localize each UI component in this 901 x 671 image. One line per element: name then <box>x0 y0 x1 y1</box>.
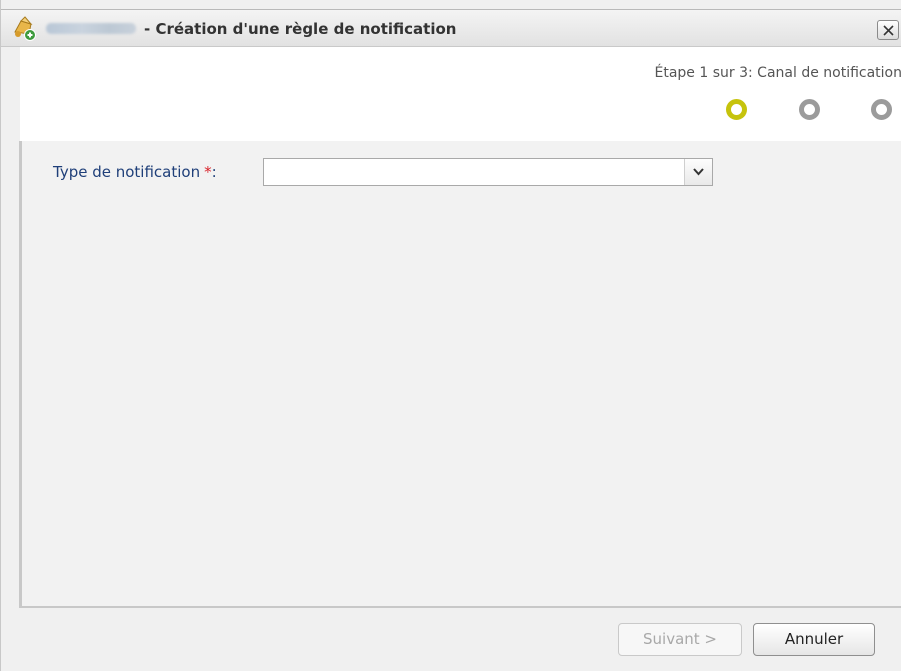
notification-type-label: Type de notification *: <box>53 163 217 181</box>
wizard-header: Étape 1 sur 3: Canal de notification <box>20 47 901 141</box>
step-indicator-2 <box>799 99 820 120</box>
dialog-window: - Création d'une règle de notification É… <box>0 0 901 671</box>
dialog-titlebar: - Création d'une règle de notification <box>1 9 901 47</box>
notification-type-select[interactable] <box>263 158 713 186</box>
dropdown-button[interactable] <box>684 159 712 185</box>
form-panel: Type de notification *: <box>19 141 901 608</box>
redacted-app-name <box>46 23 136 34</box>
dialog-title: - Création d'une règle de notification <box>144 20 457 38</box>
notification-type-label-text: Type de notification <box>53 163 201 181</box>
step-indicator-1 <box>726 99 747 120</box>
notification-rule-add-icon <box>11 15 37 41</box>
next-button[interactable]: Suivant > <box>618 623 742 656</box>
cancel-button[interactable]: Annuler <box>753 623 875 656</box>
label-colon: : <box>211 163 217 181</box>
required-marker: * <box>204 163 212 181</box>
close-button[interactable] <box>877 20 899 40</box>
step-indicator-3 <box>871 99 892 120</box>
dialog-footer: Suivant > Annuler <box>20 608 901 671</box>
wizard-step-text: Étape 1 sur 3: Canal de notification <box>654 65 901 81</box>
